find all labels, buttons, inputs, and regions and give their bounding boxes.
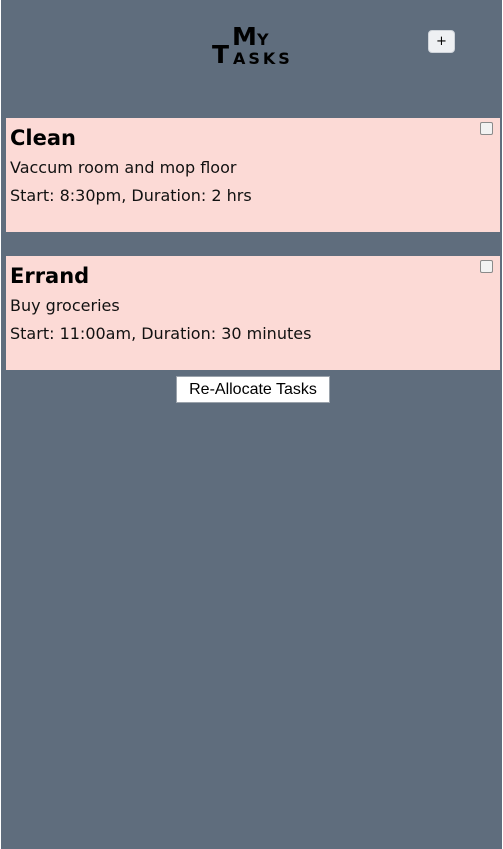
app-logo: M Y T ASKS xyxy=(212,24,302,68)
task-complete-checkbox[interactable] xyxy=(480,122,493,135)
task-title: Errand xyxy=(10,264,90,288)
task-description: Buy groceries xyxy=(10,296,120,315)
reallocate-tasks-button[interactable]: Re-Allocate Tasks xyxy=(176,376,330,403)
task-card: Clean Vaccum room and mop floor Start: 8… xyxy=(6,118,500,232)
task-description: Vaccum room and mop floor xyxy=(10,158,237,177)
task-complete-checkbox[interactable] xyxy=(480,260,493,273)
logo-my-rest: Y xyxy=(257,30,269,49)
app-root: M Y T ASKS + Clean Vaccum room and mop f… xyxy=(1,0,502,849)
task-schedule: Start: 8:30pm, Duration: 2 hrs xyxy=(10,186,252,205)
logo-my-first-letter: M xyxy=(232,22,257,51)
task-card: Errand Buy groceries Start: 11:00am, Dur… xyxy=(6,256,500,370)
logo-tasks-first-letter: T xyxy=(212,40,230,69)
logo-tasks-rest: ASKS xyxy=(233,49,293,68)
task-schedule: Start: 11:00am, Duration: 30 minutes xyxy=(10,324,312,343)
add-task-button[interactable]: + xyxy=(428,30,455,53)
task-title: Clean xyxy=(10,126,76,150)
